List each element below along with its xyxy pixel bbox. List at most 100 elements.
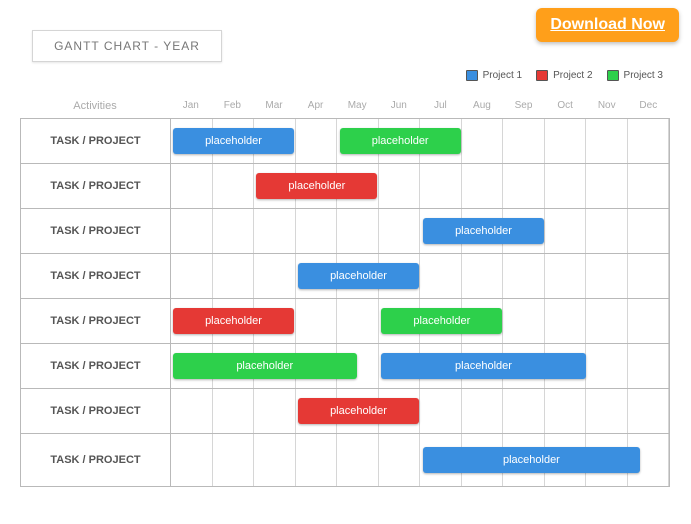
grid-cell — [586, 209, 628, 253]
grid-cell — [586, 344, 628, 388]
gantt-bar[interactable]: placeholder — [256, 173, 377, 199]
gantt-bar[interactable]: placeholder — [423, 218, 544, 244]
grid-cell — [586, 254, 628, 298]
grid-cell — [171, 164, 213, 208]
grid-cell — [379, 434, 421, 486]
grid-cell — [213, 254, 255, 298]
grid-cell — [213, 164, 255, 208]
month-header: Apr — [295, 100, 337, 112]
grid-cell — [462, 254, 504, 298]
gantt-bar[interactable]: placeholder — [173, 353, 357, 379]
cells-area: placeholder — [171, 389, 669, 433]
grid-cell — [628, 389, 670, 433]
grid-cell — [628, 209, 670, 253]
grid-cell — [171, 209, 213, 253]
legend-label: Project 1 — [483, 70, 522, 81]
grid-cell — [628, 299, 670, 343]
grid-cell — [213, 209, 255, 253]
gantt-bar[interactable]: placeholder — [173, 308, 294, 334]
grid-cell — [545, 209, 587, 253]
gantt-row: TASK / PROJECTplaceholderplaceholder — [21, 344, 669, 389]
column-headers: Activities JanFebMarAprMayJunJulAugSepOc… — [20, 100, 670, 112]
cells-area: placeholder — [171, 164, 669, 208]
grid-cell — [586, 389, 628, 433]
download-button[interactable]: Download Now — [536, 8, 679, 42]
month-header: Jun — [378, 100, 420, 112]
grid-cell — [420, 164, 462, 208]
grid-cell — [462, 164, 504, 208]
gantt-bar[interactable]: placeholder — [340, 128, 461, 154]
cells-area: placeholder — [171, 254, 669, 298]
legend-item: Project 2 — [536, 70, 592, 81]
task-label: TASK / PROJECT — [21, 254, 171, 298]
grid-cell — [296, 209, 338, 253]
cells-area: placeholder placeholder — [171, 299, 669, 343]
grid-cell — [337, 434, 379, 486]
legend-item: Project 1 — [466, 70, 522, 81]
gantt-row: TASK / PROJECT placeholder — [21, 389, 669, 434]
task-label: TASK / PROJECT — [21, 389, 171, 433]
grid-cell — [296, 434, 338, 486]
task-label: TASK / PROJECT — [21, 299, 171, 343]
cells-area: placeholder — [171, 209, 669, 253]
grid-cell — [337, 299, 379, 343]
gantt-bar[interactable]: placeholder — [298, 263, 419, 289]
grid-cell — [503, 254, 545, 298]
month-header: Nov — [586, 100, 628, 112]
gantt-bar[interactable]: placeholder — [173, 128, 294, 154]
grid-cell — [503, 164, 545, 208]
grid-cell — [462, 389, 504, 433]
grid-cell — [420, 254, 462, 298]
grid-cell — [254, 254, 296, 298]
gantt-bar[interactable]: placeholder — [423, 447, 640, 473]
month-header: Aug — [461, 100, 503, 112]
grid-cell — [503, 389, 545, 433]
task-label: TASK / PROJECT — [21, 164, 171, 208]
legend-swatch — [607, 70, 619, 81]
grid-cell — [171, 434, 213, 486]
gantt-bar[interactable]: placeholder — [381, 308, 502, 334]
task-label: TASK / PROJECT — [21, 434, 171, 486]
month-header: Sep — [503, 100, 545, 112]
gantt-bar[interactable]: placeholder — [298, 398, 419, 424]
gantt-grid: TASK / PROJECTplaceholderplaceholderTASK… — [20, 118, 670, 487]
month-header: May — [336, 100, 378, 112]
gantt-row: TASK / PROJECTplaceholder — [21, 209, 669, 254]
gantt-bar[interactable]: placeholder — [381, 353, 585, 379]
grid-cell — [545, 164, 587, 208]
month-header: Dec — [628, 100, 670, 112]
page-title: GANTT CHART - YEAR — [32, 30, 222, 62]
gantt-row: TASK / PROJECT placeholder — [21, 254, 669, 299]
month-header: Jul — [420, 100, 462, 112]
grid-cell — [586, 164, 628, 208]
grid-cell — [171, 389, 213, 433]
grid-cell — [254, 434, 296, 486]
grid-cell — [586, 299, 628, 343]
grid-cell — [628, 254, 670, 298]
month-header: Jan — [170, 100, 212, 112]
legend-label: Project 3 — [624, 70, 663, 81]
grid-cell — [628, 164, 670, 208]
grid-cell — [254, 389, 296, 433]
legend-item: Project 3 — [607, 70, 663, 81]
grid-cell — [545, 389, 587, 433]
cells-area: placeholder placeholder — [171, 344, 669, 388]
grid-cell — [545, 119, 587, 163]
grid-cell — [296, 299, 338, 343]
month-header: Feb — [212, 100, 254, 112]
grid-cell — [420, 389, 462, 433]
cells-area: placeholder — [171, 434, 669, 486]
grid-cell — [503, 299, 545, 343]
grid-cell — [171, 254, 213, 298]
legend: Project 1 Project 2 Project 3 — [466, 70, 663, 81]
task-label: TASK / PROJECT — [21, 119, 171, 163]
gantt-row: TASK / PROJECT placeholder — [21, 164, 669, 209]
activities-header: Activities — [20, 100, 170, 112]
cells-area: placeholder placeholder — [171, 119, 669, 163]
grid-cell — [462, 119, 504, 163]
grid-cell — [628, 119, 670, 163]
grid-cell — [254, 209, 296, 253]
grid-cell — [586, 119, 628, 163]
gantt-row: TASK / PROJECT placeholder — [21, 434, 669, 486]
legend-label: Project 2 — [553, 70, 592, 81]
